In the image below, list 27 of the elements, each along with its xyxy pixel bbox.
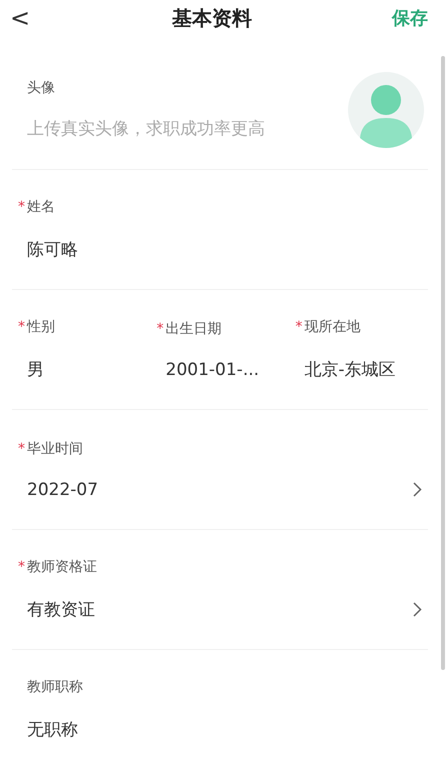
- field-label: 现所在地: [304, 318, 360, 336]
- field-label: 毕业时间: [27, 440, 83, 458]
- field-value[interactable]: 无职称: [27, 718, 78, 741]
- required-mark: *: [18, 440, 26, 456]
- required-mark: *: [18, 559, 26, 575]
- chevron-right-icon: [413, 602, 422, 617]
- field-value[interactable]: 北京-东城区: [304, 358, 396, 381]
- avatar-label: 头像: [27, 79, 56, 97]
- chevron-right-icon: [413, 482, 422, 497]
- required-mark: *: [295, 319, 304, 335]
- field-value[interactable]: 2022-07: [27, 480, 98, 500]
- required-mark: *: [18, 319, 26, 335]
- field-value[interactable]: 2001-01-...: [166, 360, 260, 380]
- required-mark: *: [18, 199, 26, 215]
- avatar-icon[interactable]: [348, 72, 424, 148]
- field-value[interactable]: 男: [27, 358, 44, 381]
- field-value[interactable]: 有教资证: [27, 598, 95, 621]
- field-value[interactable]: 陈可略: [27, 238, 78, 261]
- field-label: 教师资格证: [27, 558, 97, 576]
- field-label: 出生日期: [166, 320, 222, 338]
- back-button[interactable]: <: [10, 6, 32, 30]
- field-label: 姓名: [27, 198, 55, 216]
- avatar-hint: 上传真实头像，求职成功率更高: [27, 118, 266, 140]
- required-mark: *: [156, 320, 165, 336]
- page-title: 基本资料: [172, 4, 252, 32]
- field-label: 性别: [27, 318, 55, 336]
- field-label: 教师职称: [27, 678, 83, 696]
